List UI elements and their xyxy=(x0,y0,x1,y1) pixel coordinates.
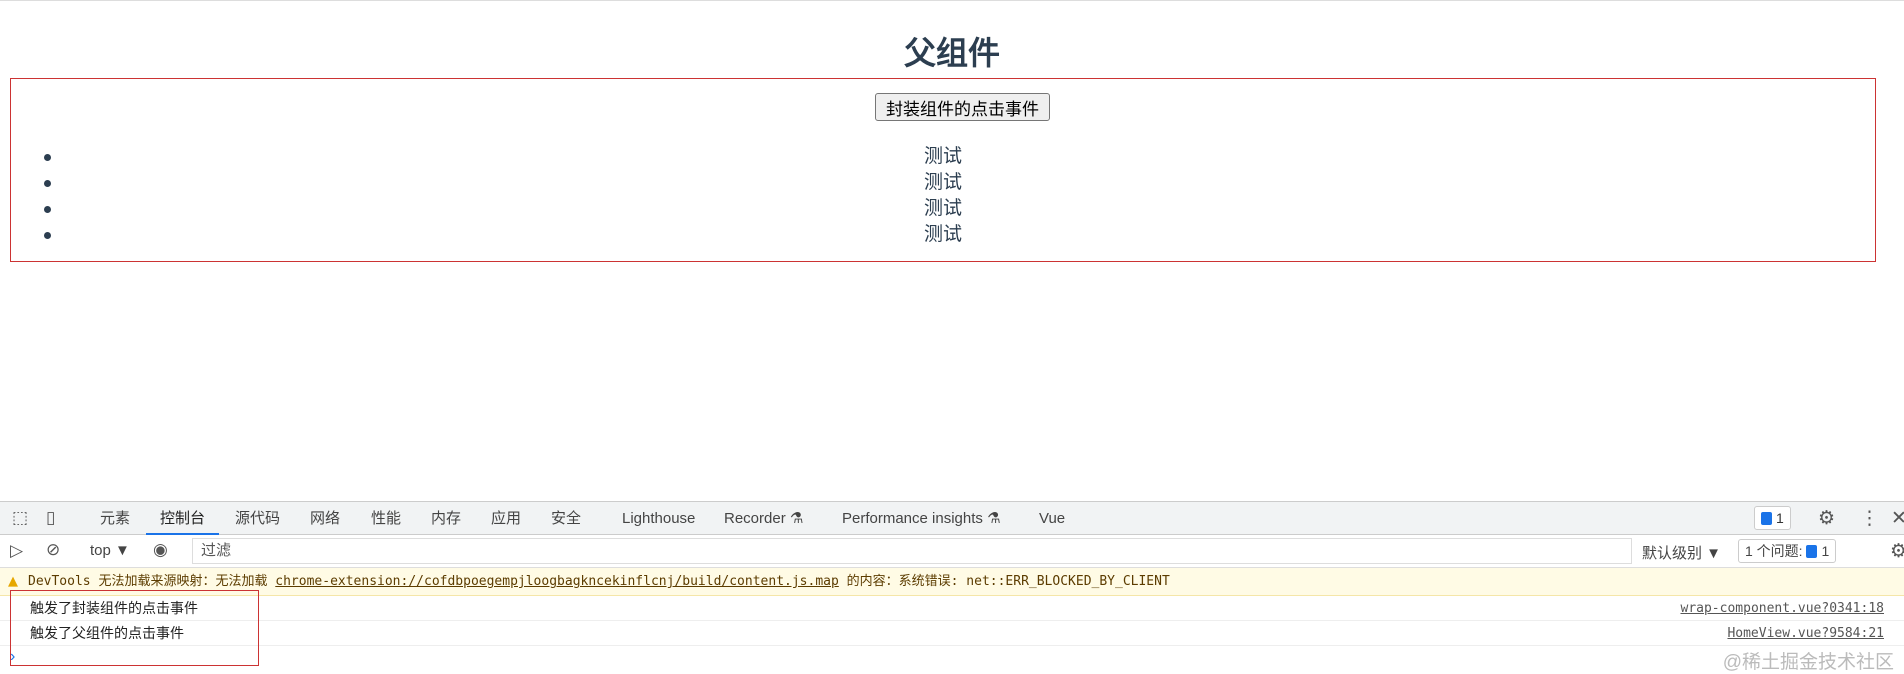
message-icon xyxy=(1806,545,1818,558)
devtools-panel: ⬚ ▯ 元素 控制台 源代码 网络 性能 内存 应用 安全 Lighthouse… xyxy=(0,501,1904,674)
context-selector[interactable]: top ▼ xyxy=(90,542,130,559)
warning-text: 的内容：系统错误: net::ERR_BLOCKED_BY_CLIENT xyxy=(838,574,1170,589)
tab-elements[interactable]: 元素 xyxy=(100,502,130,535)
list-item: 测试 xyxy=(11,222,1875,248)
issues-count: 1 xyxy=(1821,543,1830,559)
flask-icon: ⚗ xyxy=(789,510,804,527)
tab-label: Recorder xyxy=(724,510,786,527)
tab-vue[interactable]: Vue xyxy=(1039,502,1065,535)
message-icon xyxy=(1761,512,1772,525)
flask-icon: ⚗ xyxy=(987,510,1001,527)
warning-text: DevTools 无法加载来源映射：无法加载 xyxy=(28,574,276,589)
console-settings-icon[interactable]: ⚙ xyxy=(1890,540,1904,563)
inspect-element-icon[interactable]: ⬚ xyxy=(12,508,28,528)
parent-component-container: 封装组件的点击事件 测试 测试 测试 测试 xyxy=(10,78,1876,262)
list-item: 测试 xyxy=(11,196,1875,222)
tab-application[interactable]: 应用 xyxy=(491,502,521,535)
tab-network[interactable]: 网络 xyxy=(310,502,340,535)
more-options-icon[interactable]: ⋮ xyxy=(1860,507,1879,530)
watermark: @稀土掘金技术社区 xyxy=(1722,652,1894,673)
tab-lighthouse[interactable]: Lighthouse xyxy=(622,502,695,535)
tab-recorder[interactable]: Recorder ⚗ xyxy=(724,502,803,535)
filter-input[interactable]: 过滤 xyxy=(192,538,1632,564)
page-title: 父组件 xyxy=(903,35,1000,71)
top-border xyxy=(0,0,1904,1)
wrapped-click-button[interactable]: 封装组件的点击事件 xyxy=(875,93,1050,121)
warning-message: ▲ DevTools 无法加载来源映射：无法加载 chrome-extensio… xyxy=(0,568,1904,596)
console-log-row: 触发了封装组件的点击事件 wrap-component.vue?0341:18 xyxy=(0,596,1904,621)
close-icon[interactable]: ✕ xyxy=(1891,507,1904,530)
tab-console[interactable]: 控制台 xyxy=(146,502,220,535)
settings-gear-icon[interactable]: ⚙ xyxy=(1818,507,1835,530)
tab-performance-insights[interactable]: Performance insights ⚗ xyxy=(842,502,1001,535)
log-level-dropdown[interactable]: 默认级别 ▼ xyxy=(1642,542,1721,563)
live-expression-eye-icon[interactable]: ◉ xyxy=(153,540,168,560)
tab-memory[interactable]: 内存 xyxy=(431,502,461,535)
issues-button[interactable]: 1 个问题: 1 xyxy=(1738,539,1837,563)
tab-performance[interactable]: 性能 xyxy=(371,502,401,535)
log-source-link[interactable]: HomeView.vue?9584:21 xyxy=(1727,621,1884,646)
issues-label: 1 个问题: xyxy=(1745,543,1803,559)
sidebar-toggle-icon[interactable]: ▷ xyxy=(10,541,23,561)
list-item: 测试 xyxy=(11,144,1875,170)
list-item: 测试 xyxy=(11,170,1875,196)
annotation-box xyxy=(10,590,259,666)
source-map-link[interactable]: chrome-extension://cofdbpoegempjloogbagk… xyxy=(275,574,839,589)
tab-label: Performance insights xyxy=(842,510,983,527)
devtools-tab-bar: ⬚ ▯ 元素 控制台 源代码 网络 性能 内存 应用 安全 Lighthouse… xyxy=(0,501,1904,535)
log-source-link[interactable]: wrap-component.vue?0341:18 xyxy=(1681,596,1885,621)
messages-count: 1 xyxy=(1776,510,1784,526)
device-toolbar-icon[interactable]: ▯ xyxy=(46,508,55,528)
console-toolbar: ▷ ⊘ top ▼ ◉ 过滤 默认级别 ▼ 1 个问题: 1 ⚙ xyxy=(0,535,1904,568)
tab-sources[interactable]: 源代码 xyxy=(235,502,280,535)
test-list: 测试 测试 测试 测试 xyxy=(11,144,1875,248)
tab-security[interactable]: 安全 xyxy=(551,502,581,535)
clear-console-icon[interactable]: ⊘ xyxy=(46,540,60,560)
console-log-row: 触发了父组件的点击事件 HomeView.vue?9584:21 xyxy=(0,621,1904,646)
messages-badge[interactable]: 1 xyxy=(1754,506,1791,530)
